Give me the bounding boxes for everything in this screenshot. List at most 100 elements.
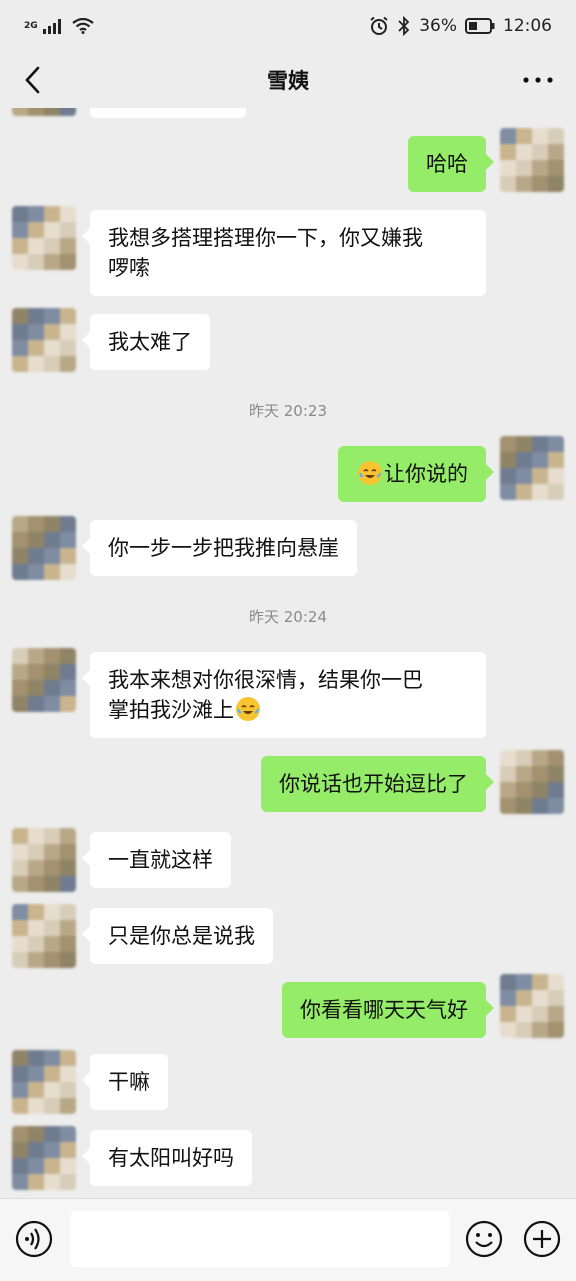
- avatar-pixel: [28, 324, 44, 340]
- avatar-pixel: [44, 108, 60, 116]
- wifi-icon: [71, 18, 94, 34]
- my-avatar[interactable]: [500, 128, 564, 192]
- contact-avatar[interactable]: [12, 516, 76, 580]
- chat-title: 雪姨: [267, 69, 309, 93]
- avatar-pixel: [548, 750, 564, 766]
- avatar-pixel: [12, 564, 28, 580]
- avatar-pixel: [60, 680, 76, 696]
- avatar-pixel: [28, 340, 44, 356]
- my-avatar[interactable]: [500, 750, 564, 814]
- avatar-pixel: [60, 952, 76, 968]
- message-text: 只是你总是说我: [108, 924, 255, 948]
- more-dots-icon[interactable]: [520, 64, 556, 96]
- avatar-pixel: [548, 436, 564, 452]
- avatar-pixel: [60, 664, 76, 680]
- message-input[interactable]: [70, 1211, 450, 1267]
- avatar-pixel: [500, 160, 516, 176]
- avatar-pixel: [548, 128, 564, 144]
- timestamp: 昨天 20:24: [249, 608, 327, 626]
- avatar-pixel: [548, 974, 564, 990]
- battery-percent: 36%: [419, 16, 457, 36]
- outgoing-message[interactable]: 你说话也开始逗比了: [261, 756, 494, 812]
- avatar-pixel: [60, 548, 76, 564]
- avatar-pixel: [548, 782, 564, 798]
- avatar-pixel: [60, 904, 76, 920]
- avatar-pixel: [500, 144, 516, 160]
- avatar-pixel: [548, 766, 564, 782]
- avatar-pixel: [28, 680, 44, 696]
- outgoing-message[interactable]: 哈哈: [408, 136, 494, 192]
- contact-avatar[interactable]: [12, 308, 76, 372]
- contact-avatar[interactable]: [12, 828, 76, 892]
- avatar-pixel: [28, 696, 44, 712]
- avatar-pixel: [12, 548, 28, 564]
- avatar-pixel: [12, 532, 28, 548]
- avatar-pixel: [12, 340, 28, 356]
- avatar-pixel: [28, 664, 44, 680]
- avatar-pixel: [60, 828, 76, 844]
- emoji-icon[interactable]: [464, 1219, 504, 1259]
- avatar-pixel: [28, 1174, 44, 1190]
- avatar-pixel: [44, 564, 60, 580]
- avatar-pixel: [532, 782, 548, 798]
- incoming-message[interactable]: 我本来想对你很深情，结果你一巴 掌拍我沙滩上: [82, 652, 486, 738]
- avatar-pixel: [516, 1022, 532, 1038]
- message-list[interactable]: 哈哈 我想多搭理搭理你一下，你又嫌我 啰嗦 我太难了 昨天 20:23 让你说的…: [0, 108, 576, 1198]
- avatar-pixel: [60, 696, 76, 712]
- avatar-pixel: [12, 1174, 28, 1190]
- avatar-pixel: [44, 876, 60, 892]
- bluetooth-icon: [398, 16, 410, 36]
- outgoing-message[interactable]: 让你说的: [338, 446, 494, 502]
- avatar-pixel: [60, 1066, 76, 1082]
- avatar-pixel: [60, 222, 76, 238]
- avatar-pixel: [548, 468, 564, 484]
- chevron-left-icon[interactable]: [18, 64, 50, 96]
- plus-icon[interactable]: [522, 1219, 562, 1259]
- avatar-pixel: [532, 1022, 548, 1038]
- avatar-pixel: [516, 990, 532, 1006]
- avatar-pixel: [28, 952, 44, 968]
- network-type: 2G: [24, 20, 38, 31]
- contact-avatar[interactable]: [12, 904, 76, 968]
- avatar-pixel: [12, 308, 28, 324]
- avatar-pixel: [500, 766, 516, 782]
- avatar-pixel: [44, 222, 60, 238]
- alarm-icon: [370, 16, 388, 35]
- avatar-pixel: [60, 564, 76, 580]
- my-avatar[interactable]: [500, 974, 564, 1038]
- avatar-pixel: [60, 936, 76, 952]
- message-text: 有太阳叫好吗: [108, 1146, 234, 1170]
- avatar-pixel: [500, 974, 516, 990]
- avatar-pixel: [28, 548, 44, 564]
- avatar-pixel: [532, 750, 548, 766]
- avatar-pixel: [532, 974, 548, 990]
- avatar-pixel: [28, 1158, 44, 1174]
- avatar-pixel: [28, 516, 44, 532]
- incoming-message[interactable]: 一直就这样: [82, 832, 231, 888]
- contact-avatar[interactable]: [12, 108, 76, 116]
- incoming-message[interactable]: 干嘛: [82, 1054, 168, 1110]
- avatar-pixel: [28, 1126, 44, 1142]
- contact-avatar[interactable]: [12, 1050, 76, 1114]
- voice-icon[interactable]: [14, 1219, 54, 1259]
- incoming-message[interactable]: 我太难了: [82, 314, 210, 370]
- timestamp: 昨天 20:23: [249, 402, 327, 420]
- avatar-pixel: [28, 1050, 44, 1066]
- avatar-pixel: [28, 532, 44, 548]
- outgoing-message[interactable]: 你看看哪天天气好: [282, 982, 494, 1038]
- incoming-message[interactable]: 只是你总是说我: [82, 908, 273, 964]
- incoming-message[interactable]: 有太阳叫好吗: [82, 1130, 252, 1186]
- contact-avatar[interactable]: [12, 648, 76, 712]
- incoming-message[interactable]: 我想多搭理搭理你一下，你又嫌我 啰嗦: [82, 210, 486, 296]
- incoming-message[interactable]: 你一步一步把我推向悬崖: [82, 520, 357, 576]
- contact-avatar[interactable]: [12, 1126, 76, 1190]
- avatar-pixel: [28, 936, 44, 952]
- my-avatar[interactable]: [500, 436, 564, 500]
- avatar-pixel: [60, 532, 76, 548]
- avatar-pixel: [44, 1082, 60, 1098]
- avatar-pixel: [44, 844, 60, 860]
- avatar-pixel: [44, 1126, 60, 1142]
- avatar-pixel: [12, 696, 28, 712]
- contact-avatar[interactable]: [12, 206, 76, 270]
- avatar-pixel: [12, 324, 28, 340]
